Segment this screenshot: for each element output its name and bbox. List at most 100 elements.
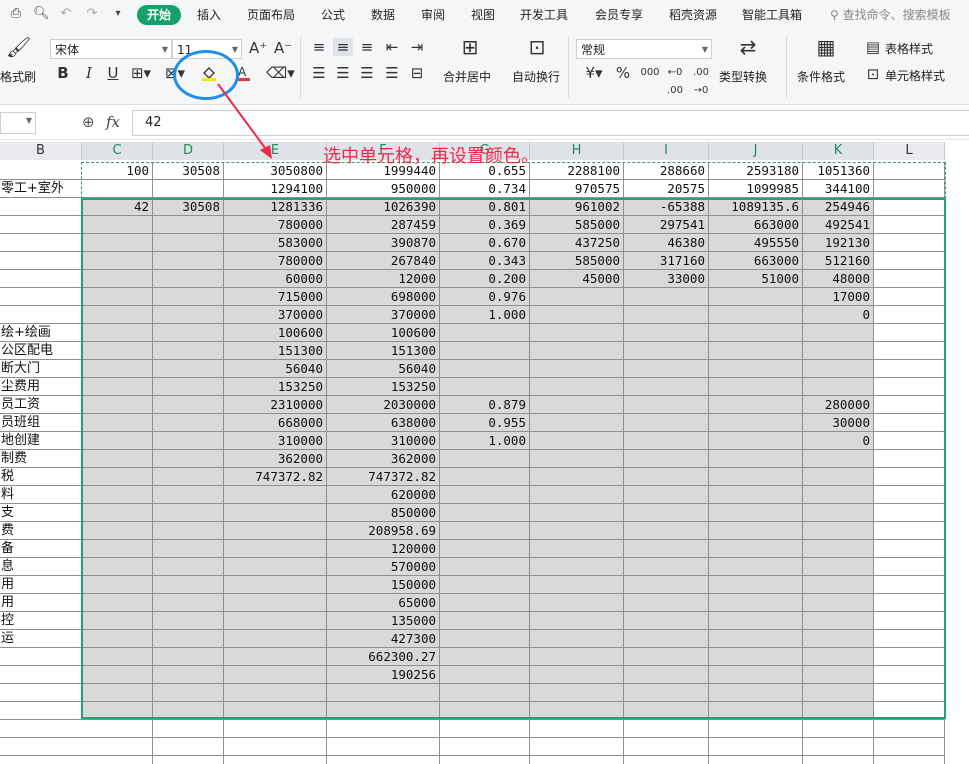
cell-g-7[interactable]: 0.200 xyxy=(440,270,530,288)
cell-b-19[interactable]: 料 xyxy=(0,486,82,504)
cell-h-22[interactable] xyxy=(530,540,624,558)
cell-j-5[interactable]: 495550 xyxy=(709,234,803,252)
cell-e-20[interactable] xyxy=(224,504,327,522)
cell-c-28[interactable] xyxy=(82,648,153,666)
align-bottom-icon[interactable]: ≡ xyxy=(358,38,376,56)
increase-decimal-icon[interactable]: ←0.00 xyxy=(664,64,686,100)
cell-j-7[interactable]: 51000 xyxy=(709,270,803,288)
tab-formulas[interactable]: 公式 xyxy=(321,0,345,30)
cell-j-4[interactable]: 663000 xyxy=(709,216,803,234)
cell-l-15[interactable] xyxy=(874,414,945,432)
cell-l-23[interactable] xyxy=(874,558,945,576)
cell-g-31[interactable] xyxy=(440,702,530,720)
table-style-icon[interactable]: ▤ xyxy=(864,38,882,56)
undo-icon[interactable]: ↶ xyxy=(58,6,74,22)
cell-k-30[interactable] xyxy=(803,684,874,702)
cell-c-34[interactable] xyxy=(82,756,153,764)
cell-j-34[interactable] xyxy=(709,756,803,764)
cell-d-32[interactable] xyxy=(153,720,224,738)
cell-f-31[interactable] xyxy=(327,702,440,720)
cell-l-19[interactable] xyxy=(874,486,945,504)
cell-c-20[interactable] xyxy=(82,504,153,522)
cell-j-22[interactable] xyxy=(709,540,803,558)
cell-i-24[interactable] xyxy=(624,576,709,594)
cell-e-1[interactable]: 3050800 xyxy=(224,162,327,180)
cell-h-31[interactable] xyxy=(530,702,624,720)
bold-icon[interactable]: B xyxy=(54,64,72,82)
cell-l-10[interactable] xyxy=(874,324,945,342)
cell-j-2[interactable]: 1099985 xyxy=(709,180,803,198)
cell-j-25[interactable] xyxy=(709,594,803,612)
cell-e-15[interactable]: 668000 xyxy=(224,414,327,432)
cell-l-32[interactable] xyxy=(874,720,945,738)
cell-l-27[interactable] xyxy=(874,630,945,648)
cell-g-30[interactable] xyxy=(440,684,530,702)
cell-i-3[interactable]: -65388 xyxy=(624,198,709,216)
cell-i-10[interactable] xyxy=(624,324,709,342)
cell-i-14[interactable] xyxy=(624,396,709,414)
cell-k-34[interactable] xyxy=(803,756,874,764)
cell-l-34[interactable] xyxy=(874,756,945,764)
cell-i-34[interactable] xyxy=(624,756,709,764)
cell-c-15[interactable] xyxy=(82,414,153,432)
cell-c-23[interactable] xyxy=(82,558,153,576)
cell-l-28[interactable] xyxy=(874,648,945,666)
cell-e-24[interactable] xyxy=(224,576,327,594)
indent-increase-icon[interactable]: ⇥ xyxy=(408,38,426,56)
cell-i-26[interactable] xyxy=(624,612,709,630)
cell-c-22[interactable] xyxy=(82,540,153,558)
cell-l-9[interactable] xyxy=(874,306,945,324)
cell-j-12[interactable] xyxy=(709,360,803,378)
cell-k-4[interactable]: 492541 xyxy=(803,216,874,234)
cell-b-23[interactable]: 息 xyxy=(0,558,82,576)
cell-g-22[interactable] xyxy=(440,540,530,558)
cell-e-13[interactable]: 153250 xyxy=(224,378,327,396)
cell-l-17[interactable] xyxy=(874,450,945,468)
cell-k-24[interactable] xyxy=(803,576,874,594)
cell-f-23[interactable]: 570000 xyxy=(327,558,440,576)
cell-d-5[interactable] xyxy=(153,234,224,252)
number-format-select[interactable]: 常规 ▼ xyxy=(576,39,712,59)
cell-l-30[interactable] xyxy=(874,684,945,702)
cell-e-22[interactable] xyxy=(224,540,327,558)
cell-e-17[interactable]: 362000 xyxy=(224,450,327,468)
cell-c-5[interactable] xyxy=(82,234,153,252)
column-header-i[interactable]: I xyxy=(624,142,709,160)
cell-i-12[interactable] xyxy=(624,360,709,378)
cell-e-32[interactable] xyxy=(224,720,327,738)
cell-j-26[interactable] xyxy=(709,612,803,630)
cell-f-32[interactable] xyxy=(327,720,440,738)
cell-b-12[interactable]: 断大门 xyxy=(0,360,82,378)
cell-k-15[interactable]: 30000 xyxy=(803,414,874,432)
cell-g-29[interactable] xyxy=(440,666,530,684)
cell-k-5[interactable]: 192130 xyxy=(803,234,874,252)
cell-f-15[interactable]: 638000 xyxy=(327,414,440,432)
cell-k-28[interactable] xyxy=(803,648,874,666)
cell-b-20[interactable]: 支 xyxy=(0,504,82,522)
cell-d-9[interactable] xyxy=(153,306,224,324)
cell-g-14[interactable]: 0.879 xyxy=(440,396,530,414)
cell-i-13[interactable] xyxy=(624,378,709,396)
cell-d-12[interactable] xyxy=(153,360,224,378)
cell-l-21[interactable] xyxy=(874,522,945,540)
tab-docer[interactable]: 稻壳资源 xyxy=(669,0,717,30)
cell-f-3[interactable]: 1026390 xyxy=(327,198,440,216)
cell-k-3[interactable]: 254946 xyxy=(803,198,874,216)
justify-icon[interactable]: ☰ xyxy=(383,64,401,82)
cell-k-10[interactable] xyxy=(803,324,874,342)
cell-i-30[interactable] xyxy=(624,684,709,702)
cell-b-8[interactable] xyxy=(0,288,82,306)
cell-i-1[interactable]: 288660 xyxy=(624,162,709,180)
decrease-decimal-icon[interactable]: .00 →0 xyxy=(690,64,712,100)
cell-k-18[interactable] xyxy=(803,468,874,486)
cell-g-10[interactable] xyxy=(440,324,530,342)
cell-e-9[interactable]: 370000 xyxy=(224,306,327,324)
cell-h-10[interactable] xyxy=(530,324,624,342)
cell-b-28[interactable] xyxy=(0,648,82,666)
cell-k-16[interactable]: 0 xyxy=(803,432,874,450)
cell-j-16[interactable] xyxy=(709,432,803,450)
cell-k-19[interactable] xyxy=(803,486,874,504)
cell-f-12[interactable]: 56040 xyxy=(327,360,440,378)
cell-d-27[interactable] xyxy=(153,630,224,648)
cell-d-21[interactable] xyxy=(153,522,224,540)
